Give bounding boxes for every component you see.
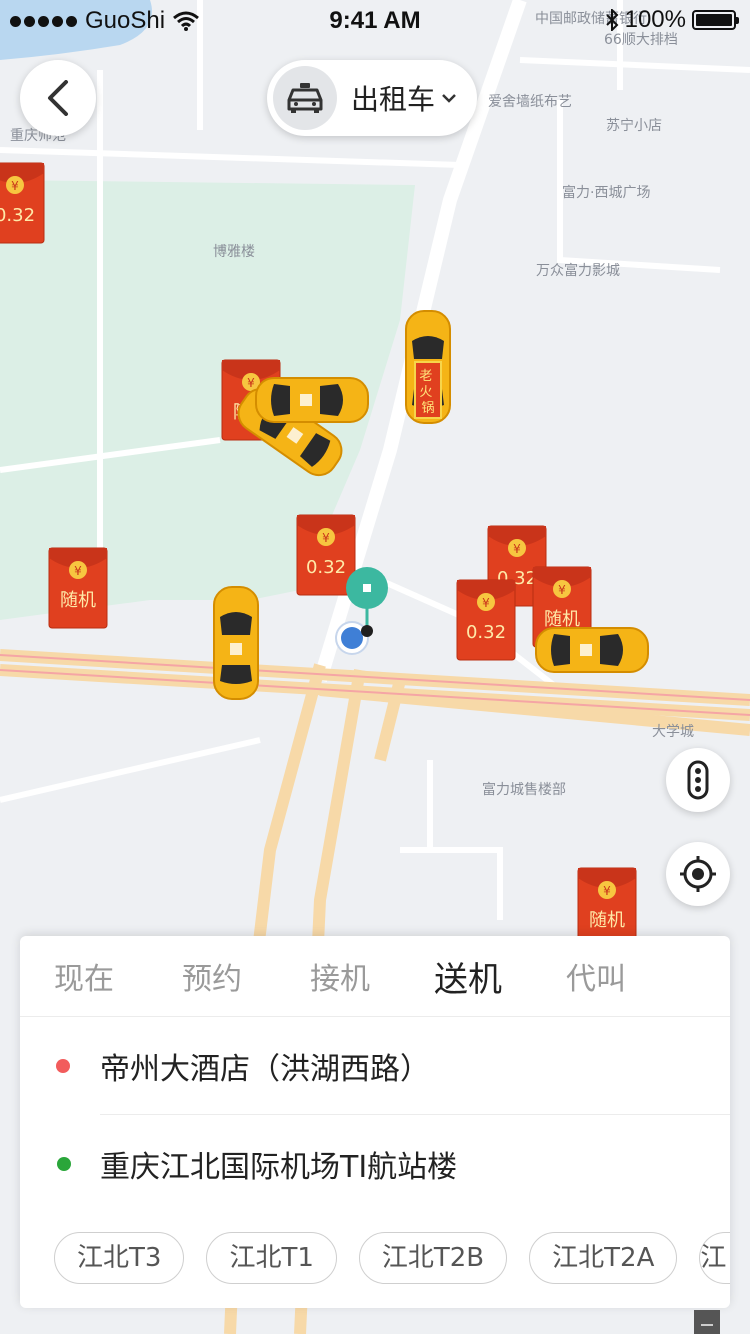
tab-call-for-others[interactable]: 代叫 bbox=[532, 954, 660, 998]
taxi-car[interactable] bbox=[213, 586, 259, 700]
locate-me-button[interactable] bbox=[666, 842, 730, 906]
battery-icon bbox=[692, 10, 739, 30]
map-label: 苏宁小店 bbox=[606, 117, 662, 134]
currency-symbol: ¥ bbox=[11, 179, 19, 193]
currency-symbol: ¥ bbox=[74, 564, 82, 578]
banner-char: 锅 bbox=[421, 400, 434, 416]
taxi-icon bbox=[273, 66, 337, 130]
banner-char: 火 bbox=[419, 385, 432, 400]
battery-percent: 100% bbox=[624, 6, 686, 33]
tab-airport-dropoff[interactable]: 送机 bbox=[404, 952, 532, 1001]
red-packet[interactable]: ¥ 随机 bbox=[48, 547, 108, 629]
svg-text:老 火 锅: 老 火 锅 bbox=[419, 369, 436, 416]
taxi-banner: 老 火 锅 bbox=[414, 361, 442, 419]
scroll-indicator bbox=[694, 1310, 720, 1334]
tab-reserve[interactable]: 预约 bbox=[148, 954, 276, 998]
map-label: 博雅楼 bbox=[213, 243, 255, 260]
currency-symbol: ¥ bbox=[558, 583, 566, 597]
destination-address: 重庆江北国际机场TI航站楼 bbox=[100, 1149, 458, 1185]
start-address-row[interactable]: 帝州大酒店（洪湖西路） bbox=[20, 1017, 730, 1114]
chevron-left-icon bbox=[48, 80, 68, 116]
banner-char: 老 bbox=[419, 369, 432, 384]
terminal-chips: 江北T3 江北T1 江北T2B 江北T2A 江 bbox=[20, 1212, 730, 1284]
red-packet[interactable]: ¥0.32 bbox=[0, 162, 45, 244]
currency-symbol: ¥ bbox=[482, 596, 490, 610]
currency-symbol: ¥ bbox=[603, 884, 611, 898]
ride-type-tabs: 现在 预约 接机 送机 代叫 bbox=[20, 936, 730, 1017]
map-label: 爱舍墙纸布艺 bbox=[488, 94, 572, 110]
currency-symbol: ¥ bbox=[513, 542, 521, 556]
red-packet-label: 0.32 bbox=[306, 557, 346, 578]
chip-jiangbei-t1[interactable]: 江北T1 bbox=[206, 1232, 337, 1284]
red-packet[interactable]: ¥0.32 bbox=[296, 514, 356, 596]
chip-jiangbei-t3[interactable]: 江北T3 bbox=[54, 1232, 185, 1284]
currency-symbol: ¥ bbox=[247, 376, 255, 390]
destination-address-row[interactable]: 重庆江北国际机场TI航站楼 bbox=[57, 1114, 730, 1212]
chip-jiangbei-t2b[interactable]: 江北T2B bbox=[358, 1232, 508, 1284]
service-label: 出租车 bbox=[351, 83, 436, 116]
chip-partial[interactable]: 江 bbox=[699, 1232, 730, 1284]
red-packet-label: 0.32 bbox=[0, 205, 35, 226]
start-dot-icon bbox=[56, 1058, 70, 1073]
red-packet-label: 随机 bbox=[544, 609, 580, 630]
map-label: 富力城售楼部 bbox=[482, 781, 566, 798]
destination-dot-icon bbox=[57, 1156, 71, 1171]
tab-now[interactable]: 现在 bbox=[20, 954, 148, 998]
tab-airport-pickup[interactable]: 接机 bbox=[276, 954, 404, 998]
taxi-car[interactable] bbox=[255, 377, 369, 423]
back-button[interactable] bbox=[20, 60, 96, 136]
map-label: 富力·西城广场 bbox=[562, 184, 650, 201]
order-panel: 现在 预约 接机 送机 代叫 帝州大酒店（洪湖西路） 重庆江北国际机场TI航站楼… bbox=[20, 936, 730, 1308]
locate-icon bbox=[680, 856, 716, 892]
red-packet-label: 随机 bbox=[589, 910, 625, 931]
status-bar: GuoShi 9:41 AM 100% bbox=[0, 0, 750, 40]
currency-symbol: ¥ bbox=[322, 531, 330, 545]
map-label: 万众富力影城 bbox=[536, 262, 620, 279]
red-packet[interactable]: ¥0.32 bbox=[456, 579, 516, 661]
service-selector[interactable]: 出租车 bbox=[267, 60, 477, 136]
traffic-light-icon bbox=[687, 760, 709, 800]
red-packet-label: 随机 bbox=[60, 590, 96, 611]
taxi-car[interactable] bbox=[535, 627, 649, 673]
start-address: 帝州大酒店（洪湖西路） bbox=[100, 1051, 430, 1087]
traffic-button[interactable] bbox=[666, 748, 730, 812]
map-label: 大学城 bbox=[652, 724, 694, 740]
chip-jiangbei-t2a[interactable]: 江北T2A bbox=[529, 1232, 678, 1284]
red-packet-label: 0.32 bbox=[466, 622, 506, 643]
chevron-down-icon bbox=[442, 94, 456, 103]
bluetooth-icon bbox=[605, 9, 619, 31]
